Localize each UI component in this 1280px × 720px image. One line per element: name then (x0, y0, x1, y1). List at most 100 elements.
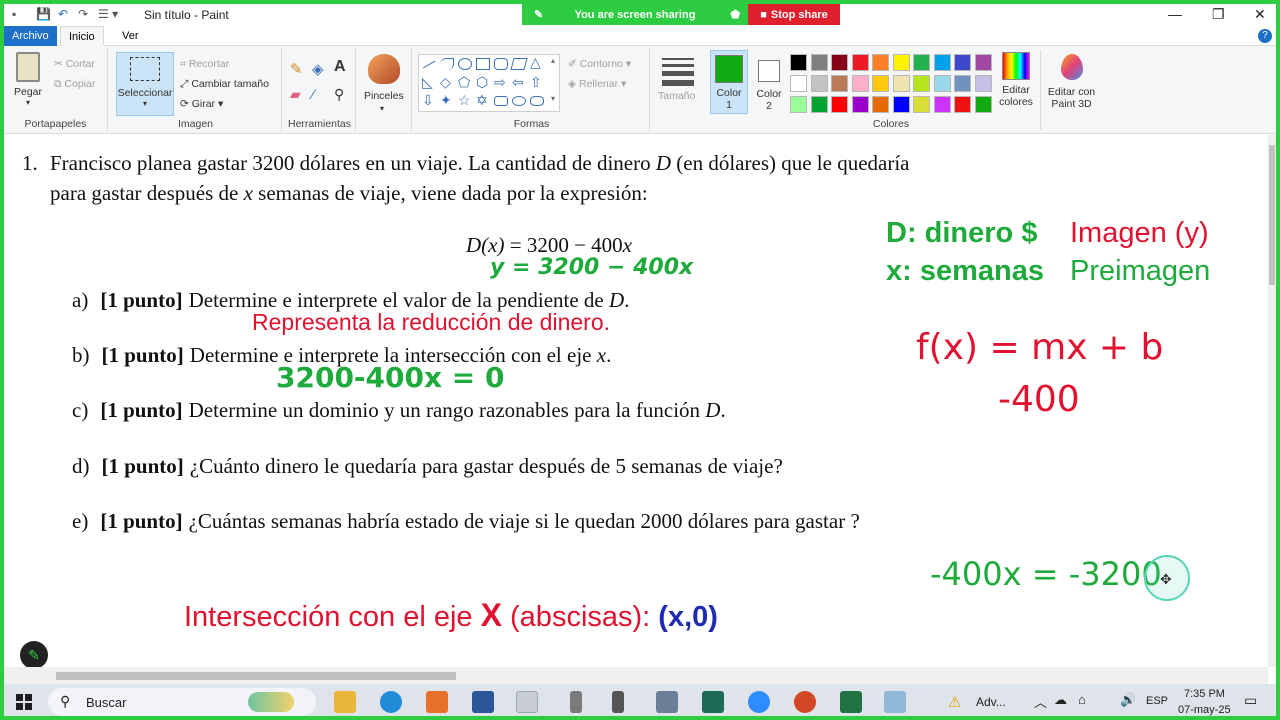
paint3d-button[interactable]: Editar con Paint 3D (1040, 50, 1102, 130)
horizontal-scrollbar[interactable] (4, 667, 1268, 684)
paint-taskbar-icon[interactable] (516, 691, 538, 713)
device-icon[interactable] (570, 691, 582, 713)
diamond-shape-icon[interactable]: ◇ (440, 75, 454, 89)
palette-swatch[interactable] (974, 54, 992, 71)
tab-inicio[interactable]: Inicio (60, 26, 104, 46)
arrow-up-shape-icon[interactable]: ⇧ (530, 75, 544, 89)
word-icon[interactable] (472, 691, 494, 713)
tab-archivo[interactable]: Archivo (4, 26, 57, 46)
text-tool-icon[interactable]: A (334, 58, 346, 76)
eraser-icon[interactable]: ▰ (290, 86, 301, 103)
palette-swatch[interactable] (790, 96, 807, 113)
calculator-icon[interactable] (656, 691, 678, 713)
palette-swatch[interactable] (913, 96, 930, 113)
crop-button[interactable]: ⌗ Recortar (180, 58, 229, 71)
undo-icon[interactable]: ↶ (58, 7, 68, 21)
help-icon[interactable]: ? (1258, 29, 1272, 43)
palette-swatch[interactable] (851, 54, 869, 71)
palette-swatch[interactable] (892, 54, 910, 71)
callout-cloud-shape-icon[interactable] (530, 96, 544, 106)
warning-icon[interactable]: ⚠ (948, 693, 961, 711)
save-icon[interactable]: 💾 (36, 7, 51, 21)
palette-swatch[interactable] (974, 96, 992, 113)
palette-swatch[interactable] (954, 96, 971, 113)
brushes-button[interactable]: Pinceles ▾ (358, 48, 412, 132)
palette-swatch[interactable] (892, 96, 910, 113)
minimize-button[interactable]: — (1168, 6, 1182, 22)
tray-expand-icon[interactable]: ︿ (1034, 692, 1047, 711)
fill-button[interactable]: ◈ Rellenar ▾ (568, 78, 626, 90)
restore-button[interactable]: ❐ (1212, 6, 1225, 23)
color2-button[interactable]: Color 2 (752, 50, 786, 114)
gallery-scroll-up-icon[interactable]: ▴ (551, 56, 555, 65)
palette-swatch[interactable] (892, 75, 910, 92)
phone-icon[interactable] (612, 691, 624, 713)
customize-toolbar-icon[interactable]: ☰ ▾ (98, 7, 118, 21)
file-explorer-icon[interactable] (334, 691, 356, 713)
vertical-scrollbar[interactable] (1268, 135, 1276, 667)
edge-icon[interactable] (380, 691, 402, 713)
palette-swatch[interactable] (913, 75, 930, 92)
zoom-icon[interactable] (748, 691, 770, 713)
palette-swatch[interactable] (974, 75, 992, 92)
palette-swatch[interactable] (810, 96, 828, 113)
palette-swatch[interactable] (810, 75, 828, 92)
pentagon-shape-icon[interactable]: ⬠ (458, 75, 472, 89)
copy-button[interactable]: ⧉ Copiar (54, 78, 95, 91)
edit-colors-button[interactable]: Editar colores (994, 52, 1038, 108)
volume-icon[interactable]: 🔊 (1120, 692, 1136, 708)
stop-share-button[interactable]: ■ Stop share (748, 4, 840, 25)
outline-button[interactable]: ✐ Contorno ▾ (568, 58, 631, 70)
terminal-icon[interactable] (702, 691, 724, 713)
color1-button[interactable]: Color 1 (710, 50, 748, 114)
size-button[interactable]: Tamaño (652, 48, 706, 132)
drawing-canvas[interactable]: 1. Francisco planea gastar 3200 dólares … (4, 135, 1268, 667)
cut-button[interactable]: ✂ Cortar (54, 58, 95, 70)
horizontal-scroll-thumb[interactable] (56, 672, 456, 680)
paste-button[interactable]: Pegar ▾ (10, 52, 46, 107)
callout-oval-shape-icon[interactable] (512, 96, 526, 106)
palette-swatch[interactable] (872, 54, 889, 71)
palette-swatch[interactable] (790, 54, 807, 71)
palette-swatch[interactable] (851, 75, 869, 92)
color-picker-icon[interactable]: ⁄ (312, 86, 314, 102)
palette-swatch[interactable] (831, 54, 848, 71)
vertical-scroll-thumb[interactable] (1269, 145, 1275, 285)
app-icon[interactable] (426, 691, 448, 713)
hexagon-shape-icon[interactable]: ⬡ (476, 75, 490, 89)
star6-shape-icon[interactable]: ✡ (476, 93, 490, 107)
cloud-icon[interactable]: ☁ (1054, 692, 1067, 708)
resize-button[interactable]: ⤢ Cambiar tamaño (180, 78, 269, 91)
notes-icon[interactable] (884, 691, 906, 713)
pin-icon[interactable]: ✎ (534, 8, 543, 21)
star4-shape-icon[interactable]: ✦ (440, 93, 454, 107)
close-button[interactable]: ✕ (1254, 6, 1266, 23)
palette-swatch[interactable] (790, 75, 807, 92)
taskbar-search[interactable]: ⚲ Buscar (48, 688, 316, 716)
palette-swatch[interactable] (913, 54, 930, 71)
arrow-down-shape-icon[interactable]: ⇩ (422, 93, 436, 107)
palette-swatch[interactable] (831, 75, 848, 92)
palette-swatch[interactable] (954, 75, 971, 92)
palette-swatch[interactable] (851, 96, 869, 113)
palette-swatch[interactable] (810, 54, 828, 71)
network-icon[interactable]: ⌂ (1078, 692, 1086, 707)
fill-bucket-icon[interactable]: ◈ (312, 60, 324, 78)
palette-swatch[interactable] (954, 54, 971, 71)
arrow-right-shape-icon[interactable]: ⇨ (494, 75, 508, 89)
rotate-button[interactable]: ⟳ Girar ▾ (180, 98, 223, 110)
powerpoint-icon[interactable] (794, 691, 816, 713)
palette-swatch[interactable] (872, 75, 889, 92)
oval-shape-icon[interactable] (458, 58, 472, 70)
curve-shape-icon[interactable] (440, 58, 454, 70)
rectangle-shape-icon[interactable] (476, 58, 490, 70)
notifications-icon[interactable]: ▭ (1244, 692, 1257, 709)
palette-swatch[interactable] (933, 96, 951, 113)
gallery-more-icon[interactable]: ▾ (551, 94, 555, 103)
palette-swatch[interactable] (872, 96, 889, 113)
palette-swatch[interactable] (831, 96, 848, 113)
excel-icon[interactable] (840, 691, 862, 713)
pencil-icon[interactable]: ✎ (290, 60, 303, 78)
rounded-rect-shape-icon[interactable] (494, 58, 508, 70)
magnifier-icon[interactable]: ⚲ (334, 86, 344, 103)
